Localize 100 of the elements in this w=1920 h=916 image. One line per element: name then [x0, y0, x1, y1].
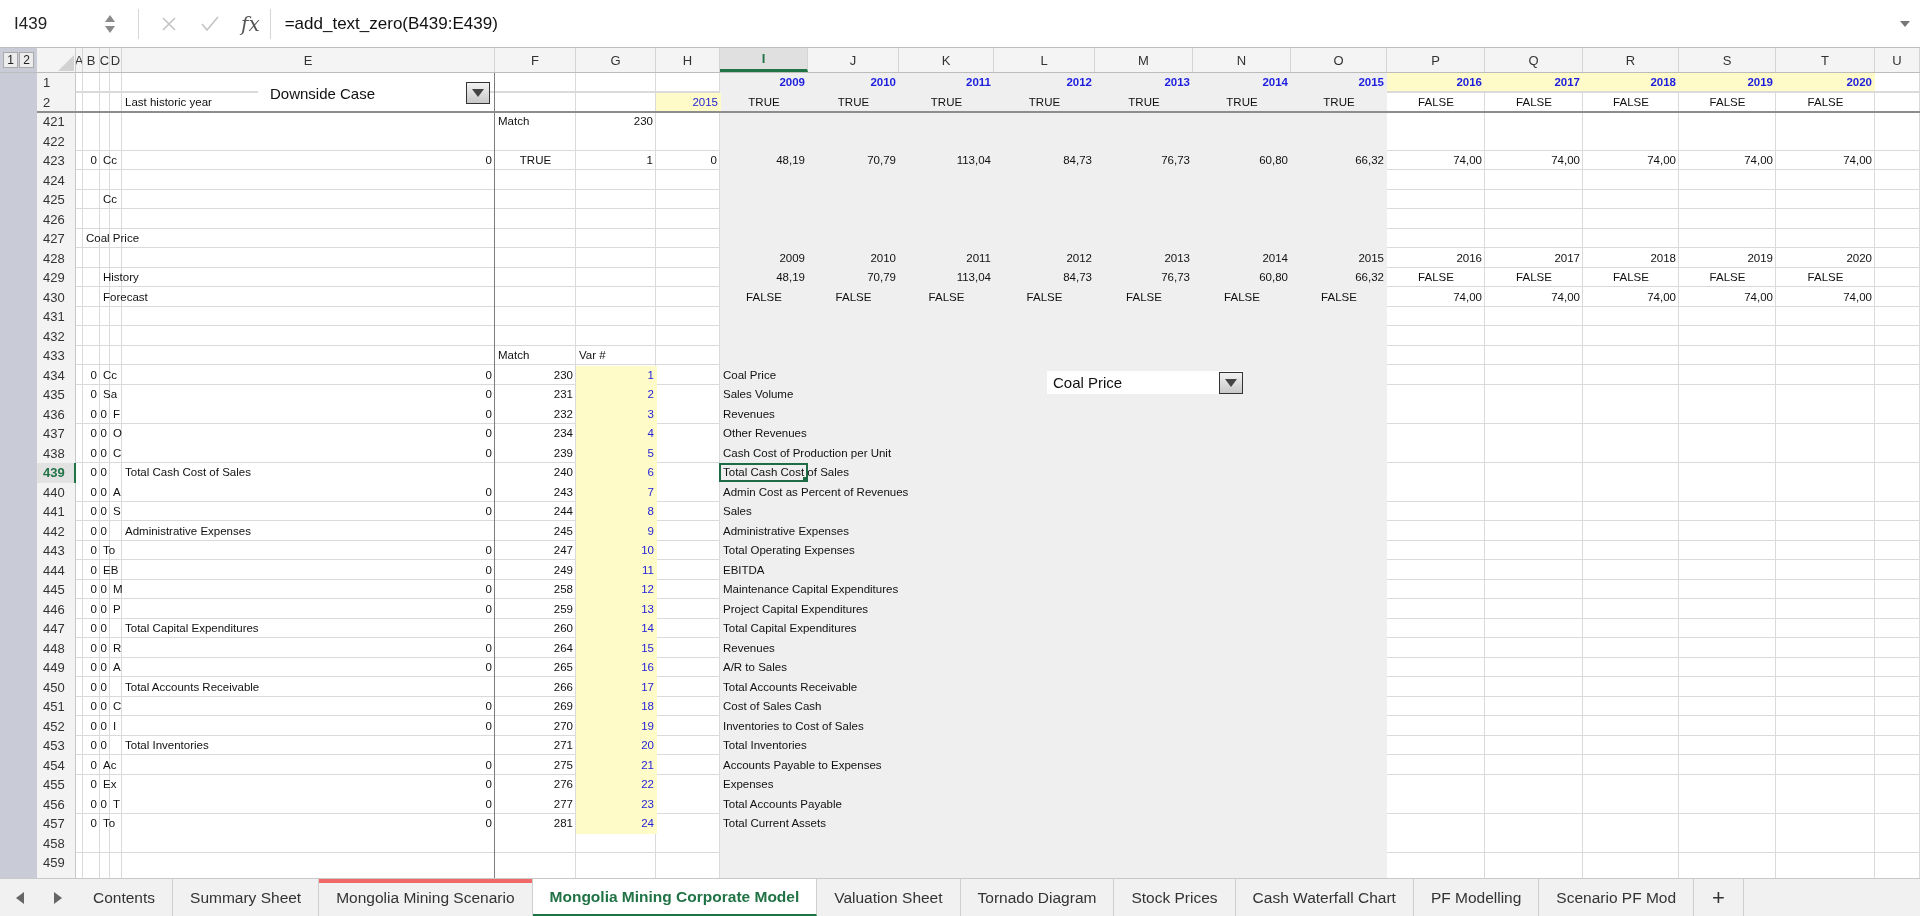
row-header[interactable]: 436 [37, 404, 76, 424]
row-header[interactable]: 424 [37, 170, 76, 190]
table-cell-text: TRUE [1322, 94, 1356, 110]
row-header[interactable]: 426 [37, 209, 76, 229]
row-header[interactable]: 432 [37, 326, 76, 346]
row-header[interactable]: 422 [37, 131, 76, 151]
column-header[interactable]: N [1193, 48, 1291, 72]
table-cell: 11 [576, 560, 657, 580]
function-label[interactable]: fx [241, 11, 260, 36]
cancel-icon[interactable] [161, 15, 177, 32]
row-header[interactable]: 439 [37, 463, 76, 483]
row-header[interactable]: 430 [37, 287, 76, 307]
column-header[interactable]: Q [1485, 48, 1583, 72]
row-header[interactable]: 428 [37, 248, 76, 268]
table-cell-text: 271 [552, 738, 574, 753]
row-header[interactable]: 425 [37, 190, 76, 210]
row-header[interactable]: 2 [37, 92, 76, 112]
column-header[interactable]: I [720, 48, 808, 72]
table-cell-text: C [112, 699, 122, 714]
table-cell-text: 277 [552, 796, 574, 812]
table-cell-text: 0 [484, 660, 493, 675]
row-header[interactable]: 459 [37, 853, 76, 873]
table-cell-text: 2012 [1065, 250, 1093, 266]
row-header[interactable]: 446 [37, 599, 76, 619]
column-header[interactable]: D [110, 48, 122, 72]
table-cell-text: 0 [89, 523, 98, 539]
row-header[interactable]: 434 [37, 365, 76, 385]
row-header[interactable]: 457 [37, 814, 76, 834]
table-cell: 2020 [1776, 73, 1875, 91]
row-header[interactable]: 444 [37, 560, 76, 580]
scenario-dropdown[interactable]: Downside Case [258, 80, 490, 106]
column-header[interactable]: G [576, 48, 656, 72]
table-cell-text: Other Revenues [722, 426, 807, 441]
table-cell-text: 0 [89, 796, 98, 812]
row-header[interactable]: 442 [37, 521, 76, 541]
row-header[interactable]: 1 [37, 73, 76, 93]
column-header[interactable]: F [495, 48, 576, 72]
row-header[interactable]: 450 [37, 677, 76, 697]
sheet-tab[interactable]: Mongolia Mining Corporate Model [532, 879, 818, 916]
row-header[interactable]: 449 [37, 658, 76, 678]
row-header[interactable]: 447 [37, 619, 76, 639]
chart-selector-dropdown[interactable]: Coal Price [1047, 371, 1243, 394]
row-header[interactable]: 455 [37, 775, 76, 795]
column-header[interactable]: L [994, 48, 1095, 72]
row-header[interactable]: 438 [37, 443, 76, 463]
previous-sheet-icon[interactable] [14, 890, 26, 905]
row-header[interactable]: 451 [37, 697, 76, 717]
outline-level-button[interactable]: 1 [3, 52, 18, 68]
row-header[interactable]: 440 [37, 482, 76, 502]
check-icon[interactable] [201, 15, 219, 32]
column-header[interactable]: S [1679, 48, 1776, 72]
outline-level-button[interactable]: 2 [19, 52, 34, 68]
row-header[interactable]: 441 [37, 502, 76, 522]
table-cell-text: P [112, 601, 121, 617]
row-header[interactable]: 431 [37, 307, 76, 327]
column-header[interactable]: B [83, 48, 100, 72]
caret-icon[interactable] [1900, 19, 1910, 28]
caret-icon [472, 89, 484, 97]
row-header[interactable]: 423 [37, 151, 76, 171]
row-header[interactable]: 421 [37, 112, 76, 132]
table-cell-text: 0 [89, 660, 98, 675]
table-cell-text: 70,79 [866, 153, 897, 168]
row-header[interactable]: 435 [37, 385, 76, 405]
column-header[interactable]: C [100, 48, 110, 72]
column-header[interactable]: O [1291, 48, 1387, 72]
table-cell-text: Administrative Expenses [124, 523, 251, 539]
table-cell-text: FALSE [927, 289, 966, 305]
column-header[interactable]: U [1875, 48, 1920, 72]
column-header[interactable]: E [122, 48, 495, 72]
next-sheet-icon[interactable] [52, 890, 64, 905]
row-header[interactable]: 443 [37, 541, 76, 561]
table-cell-text: 48,19 [775, 153, 806, 168]
table-cell-text: 0 [100, 640, 108, 656]
table-cell-text: 240 [552, 465, 574, 480]
column-header[interactable]: T [1776, 48, 1875, 72]
row-header[interactable]: 437 [37, 424, 76, 444]
table-cell-text: 0 [100, 582, 108, 597]
row-header[interactable]: 448 [37, 638, 76, 658]
row-header[interactable]: 458 [37, 833, 76, 853]
table-cell-text: 0 [100, 445, 108, 461]
column-header[interactable]: M [1095, 48, 1193, 72]
row-header[interactable]: 453 [37, 736, 76, 756]
row-header[interactable]: 433 [37, 346, 76, 366]
row-header[interactable]: 427 [37, 229, 76, 249]
row-header[interactable]: 452 [37, 716, 76, 736]
sheet-tab[interactable]: Mongolia Mining Scenario [319, 879, 533, 916]
column-header[interactable]: P [1387, 48, 1485, 72]
column-header[interactable]: K [899, 48, 994, 72]
name-box[interactable]: I439 [0, 13, 104, 34]
table-cell: 14 [576, 619, 657, 639]
row-header[interactable]: 429 [37, 268, 76, 288]
row-header[interactable]: 445 [37, 580, 76, 600]
table-cell-text: 113,04 [955, 153, 992, 168]
table-cell-text: 249 [552, 562, 574, 578]
table-cell-text: 0 [100, 601, 108, 617]
row-header[interactable]: 456 [37, 794, 76, 814]
row-header[interactable]: 454 [37, 755, 76, 775]
column-header[interactable]: J [808, 48, 899, 72]
formula-field[interactable]: =add_text_zero(B439:E439) [280, 13, 1900, 34]
column-header[interactable]: R [1583, 48, 1679, 72]
